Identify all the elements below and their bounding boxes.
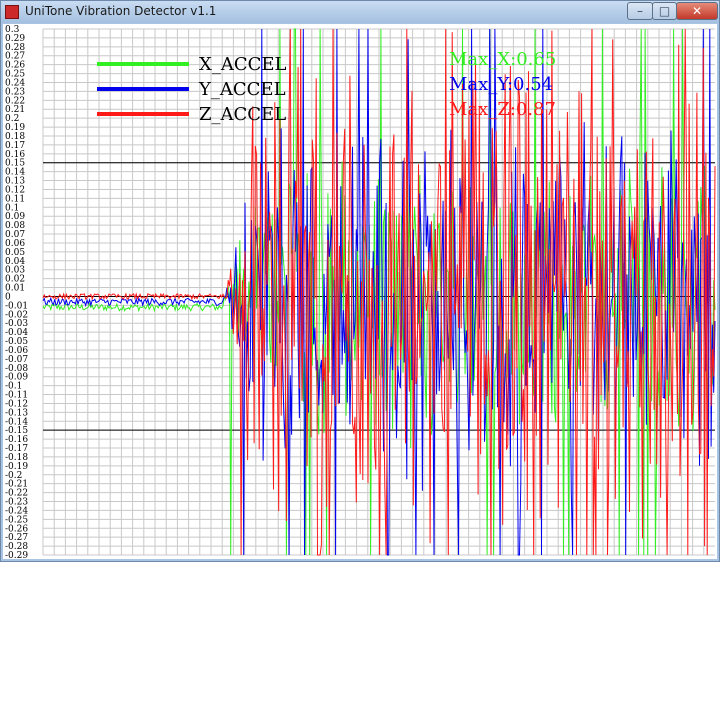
y-tick-label: -0.29 — [5, 551, 28, 559]
legend-label: X_ACCEL — [199, 54, 286, 75]
max-readout: Max_Z:0.87 — [449, 99, 556, 120]
vibration-chart: 0.30.290.280.270.260.250.240.230.220.210… — [5, 25, 716, 559]
max-readout: Max_Y:0.54 — [449, 74, 553, 95]
maximize-button[interactable]: □ — [652, 2, 677, 20]
window-title: UniTone Vibration Detector v1.1 — [25, 4, 217, 18]
legend-label: Z_ACCEL — [199, 104, 286, 125]
legend-label: Y_ACCEL — [198, 79, 286, 100]
app-icon — [5, 5, 19, 19]
max-readout: Max_X:0.65 — [449, 49, 556, 70]
close-button[interactable]: ✕ — [676, 2, 718, 20]
title-bar[interactable]: UniTone Vibration Detector v1.1 – □ ✕ — [1, 1, 719, 23]
plot-area: 0.3 0.29 0.28 0.27 0.26 0.25 0.24 0.23 0.22 0.21 0… — [3, 24, 717, 559]
app-window: UniTone Vibration Detector v1.1 – □ ✕ 0.… — [0, 0, 720, 562]
minimize-button[interactable]: – — [627, 2, 653, 20]
